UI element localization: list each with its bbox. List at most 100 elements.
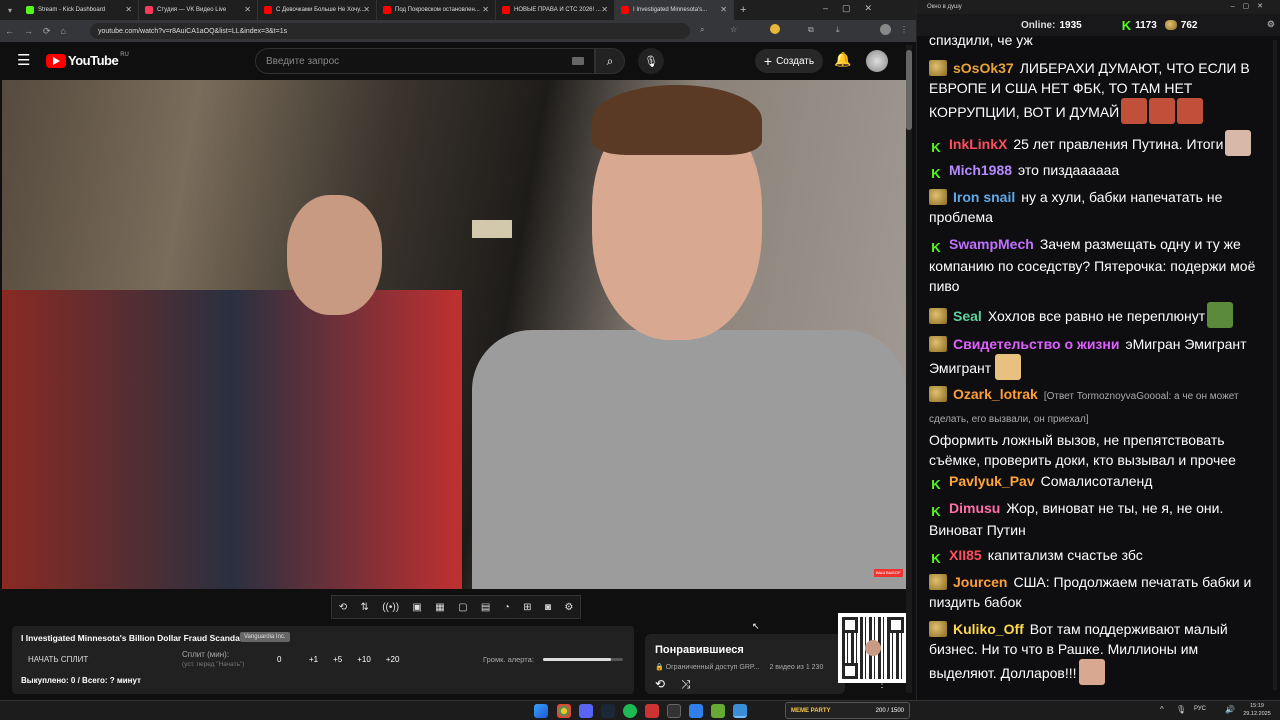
active-app-icon[interactable] xyxy=(733,704,747,718)
shuffle-icon[interactable]: ⤨ xyxy=(681,677,691,692)
tab-close-icon[interactable]: ✕ xyxy=(244,5,251,14)
meme-party-widget[interactable]: MEME PARTY 200 / 1500 xyxy=(785,702,910,719)
account-avatar[interactable] xyxy=(866,50,888,72)
extension-icon[interactable] xyxy=(770,24,780,34)
extensions-puzzle-icon[interactable]: ⧉ xyxy=(808,25,814,35)
chat-message: K XII85 капитализм счастье збс xyxy=(929,545,1269,567)
chat-username[interactable]: Jourcen xyxy=(953,574,1007,590)
increment-button[interactable]: +5 xyxy=(333,655,342,664)
tab-close-icon[interactable]: ✕ xyxy=(363,5,370,14)
settings-gear-icon[interactable]: ⚙ xyxy=(564,602,573,613)
loop-icon[interactable]: ⟲ xyxy=(339,602,347,613)
browser-tab[interactable]: С Девочками Больше Не Хочу... ✕ xyxy=(258,0,377,20)
volume-icon[interactable]: 🔊 xyxy=(1225,705,1235,714)
qr-code xyxy=(838,613,908,683)
tab-close-icon[interactable]: ✕ xyxy=(482,5,489,14)
speed-icon[interactable]: ◔ xyxy=(504,602,510,613)
youtube-logo[interactable]: YouTube RU xyxy=(46,52,129,68)
discord-icon[interactable] xyxy=(579,704,593,718)
camera-icon[interactable]: ◙ xyxy=(545,602,551,613)
tab-close-icon[interactable]: ✕ xyxy=(720,5,727,14)
chat-username[interactable]: XII85 xyxy=(949,547,982,563)
hamburger-menu-icon[interactable]: ☰ xyxy=(17,51,30,69)
windows-start-icon[interactable] xyxy=(534,704,548,718)
tray-arrow-icon[interactable]: ^ xyxy=(1160,705,1164,714)
tab-close-icon[interactable]: ✕ xyxy=(125,5,132,14)
spotify-icon[interactable] xyxy=(623,704,637,718)
chat-username[interactable]: Pavlyuk_Pav xyxy=(949,473,1035,489)
app-icon-green[interactable] xyxy=(711,704,725,718)
alert-volume-slider[interactable] xyxy=(543,658,623,661)
bookmark-star-icon[interactable]: ☆ xyxy=(730,25,737,34)
browser-tab[interactable]: Stream - Kick Dashboard ✕ xyxy=(20,0,139,20)
tab-close-icon[interactable]: ✕ xyxy=(601,5,608,14)
telegram-icon[interactable] xyxy=(689,704,703,718)
search-button[interactable]: ⌕ xyxy=(595,48,625,74)
increment-button[interactable]: +1 xyxy=(309,655,318,664)
create-button[interactable]: + Создать xyxy=(755,49,823,73)
browser-tab[interactable]: Студия — VK Видео Live ✕ xyxy=(139,0,258,20)
language-indicator[interactable]: РУС xyxy=(1194,706,1206,712)
split-minutes-value[interactable]: 0 xyxy=(277,655,281,664)
browser-menu-icon[interactable]: ⋮ xyxy=(900,25,908,34)
video-player[interactable]: ВАШ ВЫБОР xyxy=(2,80,906,589)
chat-username[interactable]: InkLinkX xyxy=(949,136,1007,152)
chat-username[interactable]: sOsOk37 xyxy=(953,60,1014,76)
window-controls[interactable]: –▢✕ xyxy=(823,3,886,14)
playlist-owner[interactable]: GRP... xyxy=(739,664,759,671)
video-person-left xyxy=(2,290,462,589)
new-tab-icon[interactable]: + xyxy=(740,4,746,16)
forward-icon[interactable]: → xyxy=(24,26,33,36)
keyboard-icon[interactable] xyxy=(572,57,584,65)
chat-message: K SwampMech Зачем размещать одну и ту же к… xyxy=(929,234,1269,296)
home-icon[interactable]: ⌂ xyxy=(61,26,66,36)
tab-favicon-icon xyxy=(502,6,510,14)
chat-window-controls[interactable]: –▢✕ xyxy=(1231,2,1271,10)
chat-username[interactable]: SwampMech xyxy=(949,236,1034,252)
watch-icon[interactable]: ▣ xyxy=(412,602,421,613)
browser-tab[interactable]: НОВЫЕ ПРАВА И СТС 2026! ... ✕ xyxy=(496,0,615,20)
reload-icon[interactable]: ⟳ xyxy=(43,26,51,37)
app-icon-red[interactable] xyxy=(645,704,659,718)
film-icon[interactable]: ▦ xyxy=(435,602,444,613)
url-input[interactable]: youtube.com/watch?v=r8AuiCA1aOQ&list=LL&… xyxy=(90,23,690,39)
voice-search-button[interactable]: 🎙 xyxy=(638,48,664,74)
browser-tab[interactable]: I Investigated Minnesota's... ✕ xyxy=(615,0,734,20)
chat-username[interactable]: Seal xyxy=(953,308,982,324)
download-icon[interactable]: ⤓ xyxy=(836,25,840,35)
increment-button[interactable]: +20 xyxy=(386,655,400,664)
subtitles-icon[interactable]: ▤ xyxy=(481,602,490,613)
chat-text: 25 лет правления Путина. Итоги xyxy=(1013,136,1224,152)
profile-avatar[interactable] xyxy=(880,24,891,35)
browser-tab[interactable]: Под Покровском остановлен... ✕ xyxy=(377,0,496,20)
page-scrollbar[interactable] xyxy=(906,45,912,693)
youtube-header: ☰ YouTube RU Введите запрос ⌕ 🎙 + Создать… xyxy=(0,42,916,80)
chrome-icon[interactable] xyxy=(557,704,571,718)
start-split-button[interactable]: НАЧАТЬ СПЛИТ xyxy=(28,655,88,664)
tab-strip: ▾ Stream - Kick Dashboard ✕ Студия — VK Ви… xyxy=(0,0,916,20)
notifications-bell-icon[interactable]: 🔔 xyxy=(834,51,851,68)
chat-scrollbar[interactable] xyxy=(1273,40,1277,690)
search-input[interactable]: Введите запрос xyxy=(255,48,595,74)
chat-username[interactable]: Свидетельство о жизни xyxy=(953,336,1119,352)
tray-mic-icon[interactable]: 🎙 xyxy=(1176,705,1186,714)
broadcast-icon[interactable]: ((•)) xyxy=(382,602,399,613)
steam-icon[interactable] xyxy=(601,704,615,718)
picture-icon[interactable]: ▢ xyxy=(458,602,467,613)
increment-button[interactable]: +10 xyxy=(357,655,371,664)
tab-menu-icon[interactable]: ▾ xyxy=(0,0,20,20)
clock[interactable]: 15:19 29.12.2025 xyxy=(1240,702,1274,718)
sort-icon[interactable]: ⇅ xyxy=(360,602,368,613)
chat-username[interactable]: Ozark_lotrak xyxy=(953,386,1038,402)
zoom-icon[interactable]: ⌕ xyxy=(700,25,704,35)
chat-username[interactable]: Mich1988 xyxy=(949,162,1012,178)
add-icon[interactable]: ⊞ xyxy=(523,602,531,613)
loop-playlist-icon[interactable]: ⟲ xyxy=(655,677,665,691)
chat-username[interactable]: Kuliko_Off xyxy=(953,621,1024,637)
chat-username[interactable]: Dimusu xyxy=(949,500,1000,516)
back-icon[interactable]: ← xyxy=(5,26,14,36)
chat-username[interactable]: Iron snail xyxy=(953,189,1015,205)
obs-icon[interactable] xyxy=(667,704,681,718)
mouse-cursor: ↖ xyxy=(752,621,760,631)
chat-settings-icon[interactable]: ⚙ xyxy=(1267,19,1275,30)
